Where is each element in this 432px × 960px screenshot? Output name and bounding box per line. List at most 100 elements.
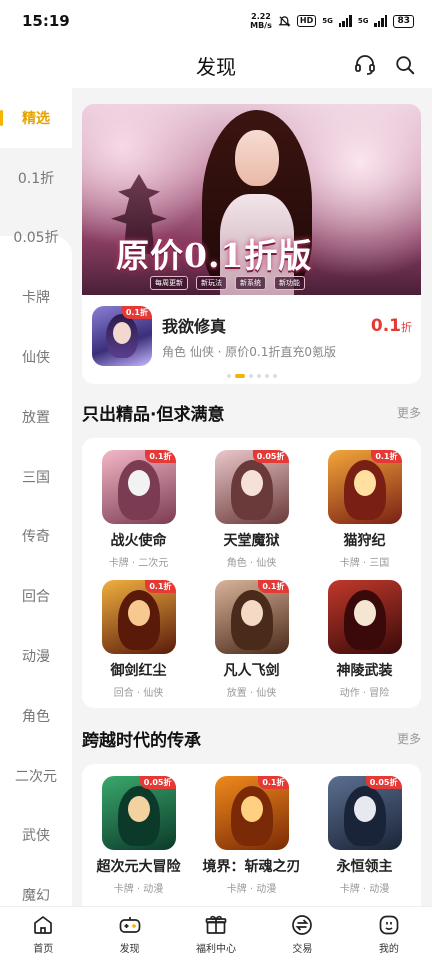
sidebar-item[interactable]: 仙侠 (0, 327, 72, 387)
sidebar-item[interactable]: 武侠 (0, 806, 72, 866)
discount-badge: 0.1折 (371, 450, 402, 463)
game-icon[interactable]: 0.05折 (327, 776, 402, 850)
sidebar-item-label: 二次元 (15, 768, 57, 785)
home-icon (34, 915, 53, 934)
game-tile[interactable]: 0.1折凡人飞剑放置 · 仙侠 (195, 578, 308, 708)
sidebar-item[interactable]: 三国 (0, 447, 72, 507)
sidebar-item[interactable]: 传奇 (0, 507, 72, 567)
tab-label: 交易 (292, 943, 313, 955)
sidebar-item-label: 0.05折 (13, 230, 59, 247)
bottom-tab-bar: 首页 发现 福利中心 交易 我的 (0, 906, 432, 960)
sidebar-item-label: 卡牌 (22, 290, 50, 307)
game-icon[interactable] (327, 580, 402, 654)
game-tile[interactable]: 0.1折 猫狩纪 卡牌 · 三国 (308, 448, 421, 578)
game-icon[interactable]: 0.1折 (214, 776, 289, 850)
sidebar-item[interactable]: 二次元 (0, 746, 72, 806)
game-name: 超次元大冒险 (96, 859, 181, 875)
discount-badge: 0.1折 (258, 776, 289, 789)
sidebar-item[interactable]: 卡牌 (0, 267, 72, 327)
network-speed: 2.22 MB/s (250, 12, 272, 30)
game-tags: 卡牌 · 动漫 (339, 884, 390, 895)
status-icons: 2.22 MB/s HD 5G 5G 83 (250, 12, 414, 30)
game-tile[interactable]: 0.1折 御剑红尘 回合 · 仙侠 (82, 578, 195, 708)
sidebar-item[interactable]: 0.1折 (0, 148, 72, 208)
sidebar-item[interactable]: 精选 (0, 88, 72, 148)
tab-home[interactable]: 首页 (0, 907, 86, 960)
sidebar-item-label: 精选 (22, 110, 50, 127)
game-name: 战火使命 (110, 533, 167, 549)
sidebar-item-label: 动漫 (22, 649, 50, 666)
tab-trade[interactable]: 交易 (259, 907, 345, 960)
network-speed-value: 2.22 (251, 12, 271, 21)
tab-profile[interactable]: 我的 (346, 907, 432, 960)
battery-icon: 83 (393, 14, 414, 28)
banner-headline: 原价0.1折版 (116, 236, 313, 275)
sidebar-item-label: 魔幻 (22, 888, 50, 905)
status-bar: 15:19 2.22 MB/s HD 5G 5G 83 (0, 0, 432, 42)
discount-badge: 0.05折 (252, 450, 289, 463)
game-tile[interactable]: 0.1折 境界：斩魂之刃 卡牌 · 动漫 (195, 774, 308, 904)
game-tile[interactable]: 0.05折超次元大冒险卡牌 · 动漫 (82, 774, 195, 904)
sidebar-item[interactable]: 魔幻 (0, 865, 72, 906)
game-icon[interactable]: 0.1折 (101, 450, 176, 524)
customer-service-button[interactable] (352, 52, 378, 78)
signal-icon-2 (374, 15, 388, 27)
game-icon[interactable]: 0.1折 (92, 306, 152, 366)
discount-badge: 0.05折 (365, 776, 402, 789)
game-grid-card: 0.1折 战火使命 卡牌 · 二次元 0.05折 天堂魔狱 角色 · 仙侠 0.1折 猫狩纪卡… (82, 438, 421, 708)
game-icon[interactable]: 0.05折 (214, 450, 289, 524)
game-icon[interactable]: 0.1折 (327, 450, 402, 524)
sidebar-item-label: 0.1折 (17, 170, 55, 187)
game-name: 凡人飞剑 (223, 663, 280, 679)
game-tags: 动作 · 冒险 (339, 688, 390, 699)
carousel-dot (272, 374, 277, 378)
sidebar-item-label: 放置 (22, 409, 50, 426)
game-icon[interactable]: 0.1折 (101, 580, 176, 654)
game-tile[interactable]: 0.05折永恒领主卡牌 · 动漫 (308, 774, 421, 904)
sidebar-item[interactable]: 0.05折 (0, 208, 72, 268)
featured-game-discount: 0.1折 (371, 316, 412, 336)
signal-icon (338, 15, 352, 27)
game-tags: 卡牌 · 动漫 (226, 884, 277, 895)
sidebar-item[interactable]: 放置 (0, 387, 72, 447)
game-icon[interactable]: 0.1折 (214, 580, 289, 654)
section-title: 只出精品·但求满意 (82, 405, 225, 425)
game-tags: 卡牌 · 动漫 (113, 884, 164, 895)
search-button[interactable] (392, 52, 418, 78)
banner-image[interactable]: 原价0.1折版 每周更新 新玩法 新系统 新功能 (82, 104, 421, 295)
banner-card[interactable]: 原价0.1折版 每周更新 新玩法 新系统 新功能 0.1折 我欲修真 角色 仙侠… (82, 104, 421, 384)
more-link[interactable]: 更多 (397, 404, 421, 421)
game-tags: 角色 · 仙侠 (226, 558, 277, 569)
sidebar-item[interactable]: 动漫 (0, 626, 72, 686)
game-tile[interactable]: 0.05折 天堂魔狱 角色 · 仙侠 (195, 448, 308, 578)
banner-tag: 新功能 (274, 276, 305, 290)
featured-game[interactable]: 0.1折 我欲修真 角色 仙侠 · 原价0.1折直充0氪版 0.1折 (92, 306, 412, 366)
mute-bell-icon (278, 15, 291, 27)
game-tile[interactable]: 0.1折战火使命卡牌 · 二次元 (82, 448, 195, 578)
tab-welfare[interactable]: 福利中心 (173, 907, 259, 960)
game-tags: 卡牌 · 二次元 (108, 558, 169, 569)
page-header: 发现 (0, 42, 432, 88)
discount-badge: 0.05折 (139, 776, 176, 789)
sidebar-item-label: 角色 (22, 708, 50, 725)
game-icon[interactable]: 0.05折 (101, 776, 176, 850)
sidebar-item[interactable]: 角色 (0, 686, 72, 746)
section-header: 跨越时代的传承 更多 (82, 726, 421, 751)
discount-unit: 折 (401, 321, 412, 334)
discount-badge: 0.1折 (121, 306, 152, 319)
sidebar-item-label: 回合 (22, 589, 50, 606)
game-tags: 放置 · 仙侠 (226, 688, 277, 699)
discount-badge: 0.1折 (145, 450, 176, 463)
more-link[interactable]: 更多 (397, 730, 421, 747)
tab-discover[interactable]: 发现 (86, 907, 172, 960)
section-header: 只出精品·但求满意 更多 (82, 400, 421, 425)
main-content: 原价0.1折版 每周更新 新玩法 新系统 新功能 0.1折 我欲修真 角色 仙侠… (72, 88, 432, 906)
category-sidebar: 精选 0.1折 0.05折卡牌仙侠放置三国 传奇回合动漫角色二次元武侠魔幻 (0, 88, 72, 906)
game-tile[interactable]: 神陵武装 动作 · 冒险 (308, 578, 421, 708)
featured-game-name: 我欲修真 (162, 316, 227, 336)
status-time: 15:19 (22, 12, 70, 30)
carousel-dot (256, 374, 261, 378)
sidebar-item[interactable]: 回合 (0, 566, 72, 626)
game-tags: 卡牌 · 三国 (339, 558, 390, 569)
game-name: 永恒领主 (336, 859, 393, 875)
